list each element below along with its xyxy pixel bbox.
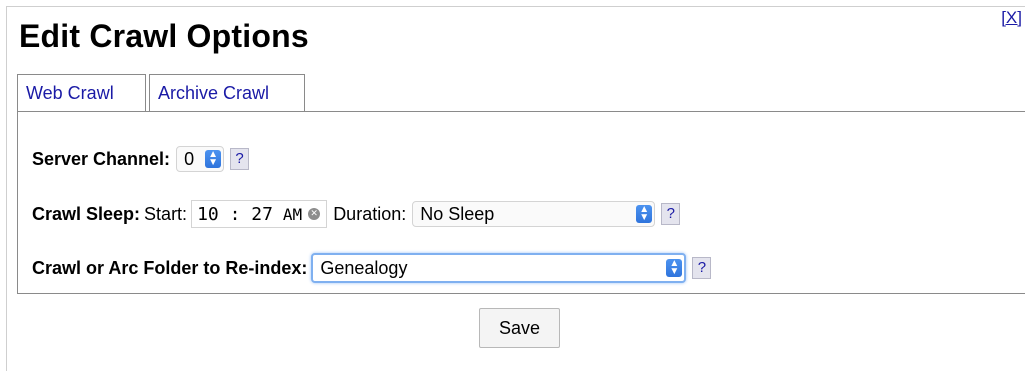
server-channel-help-button[interactable]: ? bbox=[230, 148, 250, 170]
reindex-help-button[interactable]: ? bbox=[692, 257, 712, 279]
reindex-label: Crawl or Arc Folder to Re-index: bbox=[32, 257, 308, 278]
chevron-updown-icon: ▲ ▼ bbox=[205, 150, 222, 168]
start-time-value: 10 : 27 bbox=[197, 203, 273, 225]
duration-select[interactable]: No Sleep ▲ ▼ bbox=[412, 201, 656, 227]
reindex-row: Crawl or Arc Folder to Re-index: Genealo… bbox=[32, 253, 712, 283]
reindex-folder-value: Genealogy bbox=[320, 257, 408, 278]
save-button[interactable]: Save bbox=[479, 308, 560, 348]
start-time-ampm: AM bbox=[282, 204, 303, 224]
chevron-updown-icon: ▲ ▼ bbox=[636, 205, 653, 223]
duration-label: Duration: bbox=[333, 203, 407, 224]
tab-web-crawl[interactable]: Web Crawl bbox=[17, 74, 146, 111]
clear-icon[interactable]: ✕ bbox=[308, 208, 321, 220]
server-channel-row: Server Channel: 0 ▲ ▼ ? bbox=[32, 146, 250, 172]
crawl-sleep-label: Crawl Sleep: bbox=[32, 203, 141, 224]
reindex-folder-select[interactable]: Genealogy ▲ ▼ bbox=[311, 253, 687, 283]
server-channel-select[interactable]: 0 ▲ ▼ bbox=[176, 146, 225, 172]
server-channel-label: Server Channel: bbox=[32, 148, 171, 169]
start-label: Start: bbox=[144, 203, 188, 224]
crawl-sleep-row: Crawl Sleep: Start: 10 : 27 AM ✕ Duratio… bbox=[32, 200, 681, 228]
options-panel: Server Channel: 0 ▲ ▼ ? Crawl Sleep: Star… bbox=[17, 111, 1025, 294]
crawl-sleep-help-button[interactable]: ? bbox=[661, 203, 681, 225]
start-time-input[interactable]: 10 : 27 AM ✕ bbox=[191, 200, 328, 228]
close-link[interactable]: [X] bbox=[1001, 8, 1022, 28]
server-channel-value: 0 bbox=[184, 148, 195, 169]
chevron-updown-icon: ▲ ▼ bbox=[666, 259, 683, 277]
duration-value: No Sleep bbox=[420, 203, 495, 224]
page-title: Edit Crawl Options bbox=[19, 18, 309, 54]
tab-archive-crawl[interactable]: Archive Crawl bbox=[149, 74, 305, 113]
